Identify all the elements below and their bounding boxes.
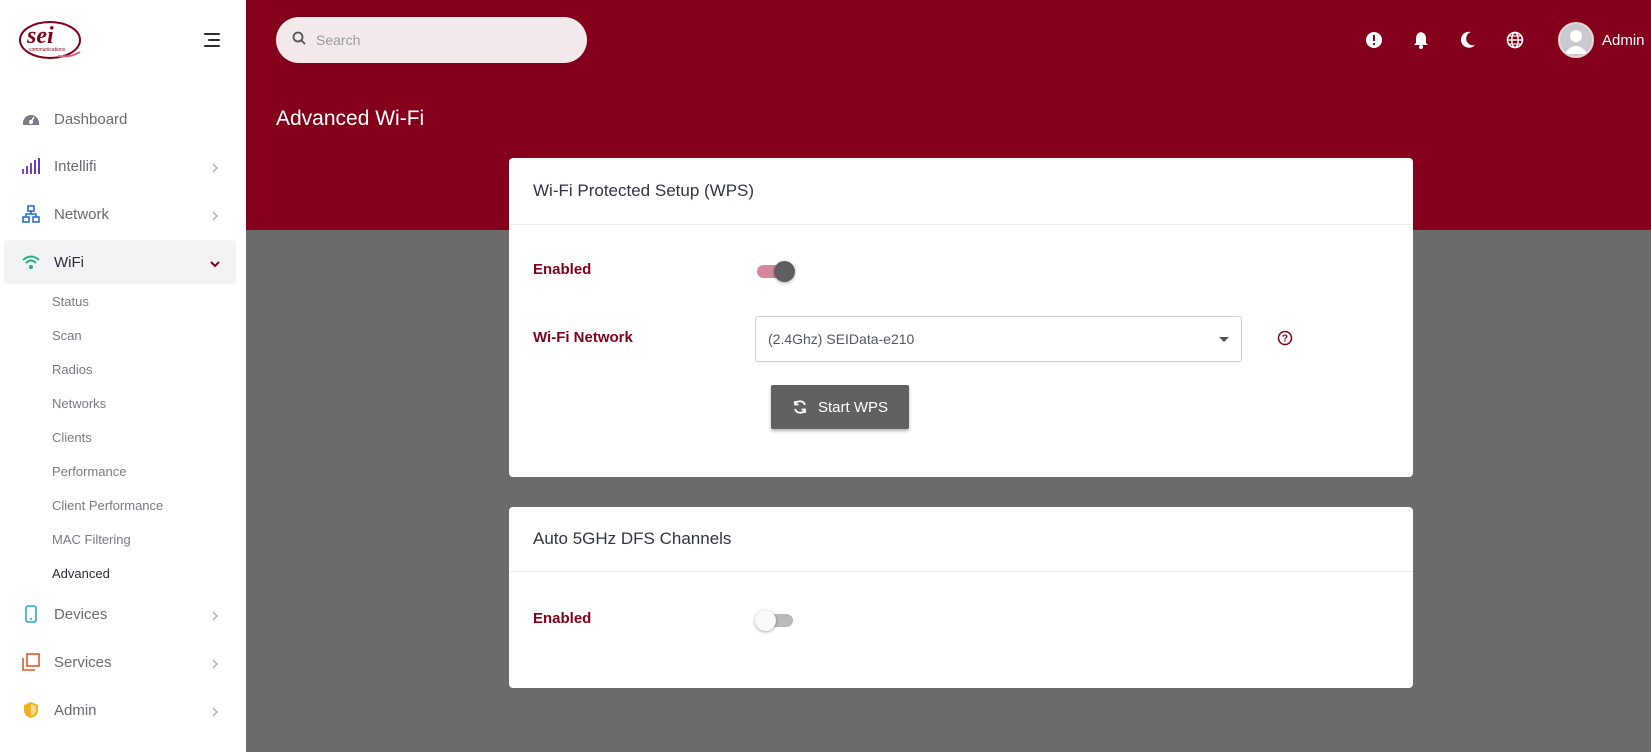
sidebar-sub-mac-filtering[interactable]: MAC Filtering (52, 532, 131, 547)
sidebar-item-network[interactable]: Network (4, 192, 236, 236)
wifi-network-select[interactable]: (2.4Ghz) SEIData-e210 (755, 316, 1242, 362)
dfs-card: Auto 5GHz DFS Channels Enabled (509, 507, 1413, 688)
wps-enabled-toggle[interactable] (755, 259, 795, 283)
chevron-right-icon (210, 704, 220, 717)
sidebar-item-dashboard[interactable]: Dashboard (4, 97, 236, 141)
sidebar-item-label: Devices (54, 605, 108, 623)
sidebar-sub-clients[interactable]: Clients (52, 430, 92, 445)
wps-enabled-label: Enabled (533, 261, 592, 278)
user-menu[interactable]: Admin (1558, 22, 1645, 58)
sidebar: sei communications Dashboard Intellifi N… (0, 0, 246, 752)
sei-logo[interactable]: sei communications (18, 18, 82, 60)
search-box[interactable] (276, 17, 587, 63)
sidebar-sub-performance[interactable]: Performance (52, 464, 126, 479)
moon-icon[interactable] (1458, 30, 1478, 50)
sidebar-item-wifi[interactable]: WiFi (4, 240, 236, 284)
sidebar-sub-client-performance[interactable]: Client Performance (52, 498, 163, 513)
toggle-knob (774, 261, 795, 282)
shield-icon (20, 699, 42, 721)
sidebar-item-label: Admin (54, 701, 97, 719)
sidebar-sub-advanced[interactable]: Advanced (52, 566, 110, 581)
alert-icon[interactable] (1364, 30, 1384, 50)
sidebar-sub-networks[interactable]: Networks (52, 396, 106, 411)
sidebar-item-label: Services (54, 653, 112, 671)
wifi-icon (20, 251, 42, 273)
start-wps-button[interactable]: Start WPS (771, 385, 909, 429)
sidebar-item-services[interactable]: Services (4, 640, 236, 684)
search-icon (292, 31, 306, 50)
user-name: Admin (1602, 31, 1645, 49)
wifi-network-label: Wi-Fi Network (533, 329, 633, 346)
sidebar-sub-scan[interactable]: Scan (52, 328, 82, 343)
sidebar-sub-status[interactable]: Status (52, 294, 89, 309)
page-title: Advanced Wi-Fi (276, 107, 425, 130)
network-icon (20, 203, 42, 225)
help-icon[interactable]: ? (1277, 330, 1293, 346)
menu-toggle-icon[interactable] (202, 32, 222, 48)
gauge-icon (20, 108, 42, 130)
sidebar-item-label: Dashboard (54, 110, 128, 128)
bell-icon[interactable] (1411, 30, 1431, 50)
sidebar-item-intellifi[interactable]: Intellifi (4, 144, 236, 188)
wps-card: Wi-Fi Protected Setup (WPS) Enabled Wi-F… (509, 158, 1413, 477)
signal-bars-icon (20, 155, 42, 177)
toggle-knob (755, 610, 776, 631)
refresh-icon (792, 399, 808, 415)
dfs-enabled-toggle[interactable] (755, 608, 795, 632)
sidebar-sub-radios[interactable]: Radios (52, 362, 92, 377)
chevron-right-icon (210, 208, 220, 221)
svg-text:communications: communications (29, 47, 66, 53)
dfs-enabled-label: Enabled (533, 610, 592, 627)
wps-card-title: Wi-Fi Protected Setup (WPS) (509, 158, 1413, 225)
dfs-card-title: Auto 5GHz DFS Channels (509, 507, 1413, 572)
sidebar-item-devices[interactable]: Devices (4, 592, 236, 636)
caret-down-icon (1219, 337, 1229, 342)
sidebar-item-admin[interactable]: Admin (4, 688, 236, 732)
mobile-device-icon (20, 603, 42, 625)
sidebar-item-label: Intellifi (54, 157, 97, 175)
wifi-network-value: (2.4Ghz) SEIData-e210 (768, 331, 915, 347)
layers-icon (20, 651, 42, 673)
chevron-right-icon (210, 608, 220, 621)
search-input[interactable] (316, 32, 566, 48)
sidebar-item-label: Network (54, 205, 110, 223)
chevron-right-icon (210, 160, 220, 173)
globe-icon[interactable] (1505, 30, 1525, 50)
svg-text:sei: sei (26, 23, 54, 49)
avatar (1558, 22, 1594, 58)
chevron-down-icon (210, 256, 220, 268)
chevron-right-icon (210, 656, 220, 669)
sidebar-item-label: WiFi (54, 253, 84, 271)
svg-text:?: ? (1282, 334, 1288, 345)
start-wps-label: Start WPS (817, 398, 888, 416)
